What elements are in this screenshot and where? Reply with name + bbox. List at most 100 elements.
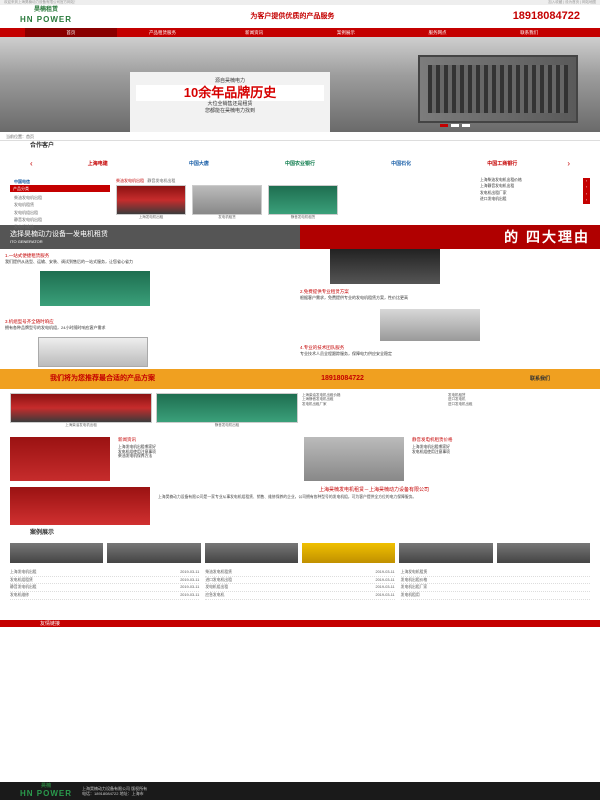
- list-item[interactable]: 静音发电机出租 2019-03-11: [10, 584, 200, 593]
- product-grid: 柴油发电机出租 静音发电机出租 上海发电机出租 发电机租赁 静音发电机租赁: [116, 178, 474, 222]
- featured-list: 发电机租赁 进口发电机 进口发电机出租: [448, 393, 590, 430]
- case-image[interactable]: [10, 542, 104, 563]
- top-links[interactable]: 加入收藏 | 设为首页 | 网站地图: [548, 0, 596, 5]
- pager-dot[interactable]: [451, 124, 459, 127]
- footer-logo-en: HN POWER: [20, 789, 72, 799]
- featured-item[interactable]: 上海柴油发电机出租: [10, 392, 152, 430]
- product-card[interactable]: 发电机租赁: [192, 184, 262, 220]
- about-section: 上海昊楠发电机租赁－上海昊楠动力设备有限公司 上海昊楠动力设备有限公司是一家专业…: [0, 484, 600, 528]
- partner-logo[interactable]: 中国大唐: [163, 156, 235, 172]
- list-item[interactable]: 发电机组租赁 2019-03-11: [10, 577, 200, 585]
- partner-logo[interactable]: 上海电建: [62, 156, 134, 172]
- list-item[interactable]: 发电机维修 2019-03-11: [10, 592, 200, 601]
- list-item[interactable]: 发电机出租厂家: [400, 584, 590, 593]
- logo[interactable]: 昊楠租赁 HN POWER: [20, 7, 72, 25]
- partner-logo[interactable]: 中国工商银行: [466, 156, 538, 172]
- list-item[interactable]: 上海发电机出租 2019-03-11: [10, 569, 200, 577]
- nav-rental[interactable]: 产品租赁服务: [117, 28, 209, 37]
- news-title: 新闻资讯: [118, 436, 136, 442]
- featured-grid: 上海柴油发电机出租 静音发电机出租 上海柴油发电机出租价格 上海静音发电机出租 …: [0, 389, 600, 434]
- nav-contact[interactable]: 联系我们: [483, 28, 575, 37]
- list-item[interactable]: 应急发电机 2019-03-11: [205, 592, 395, 601]
- sidebar-item[interactable]: 静音发电机出租: [10, 216, 110, 223]
- sidebar-item[interactable]: 柴油发电机出租: [10, 194, 110, 201]
- product-card[interactable]: 上海发电机出租: [116, 184, 186, 220]
- tab-diesel[interactable]: 柴油发电机出租: [116, 178, 144, 183]
- featured-link[interactable]: 发电机出租厂家: [302, 402, 444, 407]
- nav-cases[interactable]: 案例展示: [300, 28, 392, 37]
- case-image[interactable]: [301, 542, 396, 563]
- nav-home[interactable]: 首页: [25, 28, 117, 37]
- logo-en: HN POWER: [20, 15, 72, 25]
- partner-logo[interactable]: 中国石化: [365, 156, 437, 172]
- list-item[interactable]: 发电机租用: [400, 592, 590, 601]
- list-item[interactable]: 发电机出租价格: [400, 577, 590, 585]
- reason-2-image: [40, 270, 150, 306]
- featured-link[interactable]: 进口发电机出租: [448, 402, 590, 407]
- telecom-logo: 中国电信: [14, 178, 30, 184]
- reason-1-image: [330, 248, 440, 284]
- partners-title: 合作客户: [30, 143, 55, 149]
- footer: 昊楠 HN POWER 上海昊楠动力设备有限公司 版权所有 电话：1891808…: [0, 782, 600, 800]
- case-image[interactable]: [107, 542, 201, 563]
- slogan: 为客户提供优质的产品服务: [250, 12, 335, 20]
- list-item[interactable]: 上海发电机租赁: [400, 569, 590, 577]
- banner-pager[interactable]: [440, 124, 470, 127]
- news-section: 新闻资讯 上海发电机出租哪家好 发电机组使用注意事项 柴油发电机保养方法 静音发…: [0, 434, 600, 484]
- sidebar-item[interactable]: 发电机租赁: [10, 201, 110, 208]
- news-image: [304, 436, 404, 481]
- cta-text: 我们将为您推荐最合适的产品方案: [50, 375, 155, 383]
- about-image: [10, 486, 150, 525]
- pager-dot[interactable]: [462, 124, 470, 127]
- reasons-section: 1.一站式便捷租赁服务 我们提供从选型、运输、安装、调试到售后的一站式服务，让您…: [0, 248, 600, 369]
- about-title: 上海昊楠发电机租赁－上海昊楠动力设备有限公司: [318, 486, 429, 493]
- reason-2-desc: 根据客户需求，免费提供专业的发电机租赁方案，性价比更高: [300, 294, 408, 300]
- prev-arrow-icon[interactable]: ‹: [30, 159, 33, 169]
- reason-1-desc: 我们提供从选型、运输、安装、调试到售后的一站式服务，让您省心省力: [5, 258, 133, 264]
- side-news-item[interactable]: 进口发电机出租 ›: [480, 197, 590, 204]
- news-col: 新闻资讯 上海发电机出租哪家好 发电机组使用注意事项 柴油发电机保养方法: [118, 437, 296, 481]
- list-item[interactable]: 发电机组出租 2019-03-11: [205, 584, 395, 593]
- partner-name: 中国工商银行: [487, 160, 518, 167]
- case-image[interactable]: [496, 542, 590, 563]
- news-image: [10, 436, 110, 481]
- cases-strip: [0, 540, 600, 566]
- sidebar-item[interactable]: 发电机组出租: [10, 209, 110, 216]
- news-col: 静音发电机租赁价格 上海发电机出租哪家好 发电机组使用注意事项: [412, 437, 590, 481]
- welcome-text: 欢迎来到上海昊楠动力设备有限公司官方网站！: [4, 0, 78, 5]
- next-arrow-icon[interactable]: ›: [567, 159, 570, 169]
- case-image[interactable]: [204, 542, 298, 563]
- footer-logo[interactable]: 昊楠 HN POWER: [20, 783, 72, 800]
- hero-banner[interactable]: 源自昊楠电力 10余年品牌历史 大位全销售还是租赁 您都能在昊楠电力找到: [0, 37, 600, 132]
- nav-service[interactable]: 服务网点: [392, 28, 484, 37]
- featured-image: [156, 392, 298, 423]
- product-image: [116, 184, 186, 215]
- news-item[interactable]: 发电机组使用注意事项: [412, 450, 590, 455]
- sidebar-head: 产品分类: [10, 184, 110, 193]
- cases-title: 案例展示: [30, 529, 55, 536]
- cta-phone: 18918084722: [321, 375, 364, 383]
- cta-band: 我们将为您推荐最合适的产品方案 18918084722 联系我们: [0, 368, 600, 389]
- featured-item[interactable]: 静音发电机出租: [156, 392, 298, 430]
- partner-name: 上海电建: [87, 160, 108, 167]
- nav-news[interactable]: 新闻资讯: [208, 28, 300, 37]
- friend-links-title: 友情链接: [0, 619, 600, 627]
- reason-3-desc: 拥有各种品牌型号的发电机组，24小时随时响应客户需求: [5, 324, 106, 330]
- news-item[interactable]: 柴油发电机保养方法: [118, 454, 296, 459]
- case-image[interactable]: [399, 542, 493, 563]
- list-item[interactable]: 柴油发电机租赁 2019-03-11: [205, 569, 395, 577]
- news-title[interactable]: 静音发电机租赁价格: [412, 437, 590, 443]
- breadcrumb: 当前位置：首页: [0, 132, 600, 141]
- product-caption: 静音发电机租赁: [290, 214, 316, 219]
- reason-3-image: [380, 308, 480, 341]
- product-card[interactable]: 静音发电机租赁: [268, 184, 338, 220]
- product-caption: 上海发电机出租: [138, 214, 164, 219]
- partner-logo[interactable]: 中国农业银行: [264, 156, 336, 172]
- list-item[interactable]: 进口发电机出租 2019-03-11: [205, 577, 395, 585]
- products-section: 中国电信 产品分类 柴油发电机出租 发电机租赁 发电机组出租 静音发电机出租 发…: [0, 175, 600, 229]
- side-news: 上海柴油发电机出租价格 › 上海静音发电机出租 › 发电机出租厂家 › 进口发电机出租…: [480, 177, 590, 222]
- pager-dot[interactable]: [440, 124, 448, 127]
- tab-silent[interactable]: 静音发电机出租: [147, 178, 175, 183]
- hotline-phone: 18918084722: [512, 10, 580, 23]
- cta-contact-button[interactable]: 联系我们: [530, 376, 550, 383]
